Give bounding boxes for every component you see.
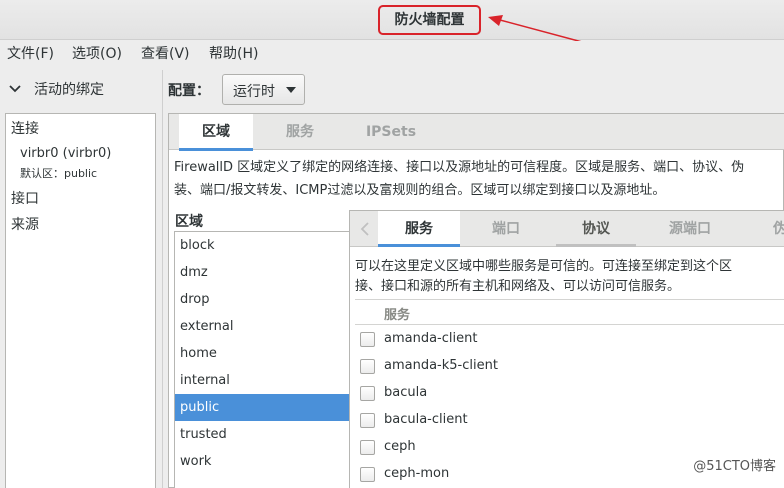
main-tab-bar: 区域 服务 IPSets — [169, 114, 784, 151]
table-row[interactable]: amanda-client — [355, 326, 784, 353]
service-checkbox[interactable] — [360, 359, 375, 374]
configuration-label: 配置： — [168, 83, 210, 99]
main-notebook: 区域 服务 IPSets FirewallD 区域定义了绑定的网络连接、接口以及… — [168, 113, 784, 488]
tab-ipsets[interactable]: IPSets — [351, 114, 431, 150]
window-title: 防火墙配置 — [378, 5, 481, 35]
service-name: ceph-mon — [384, 466, 450, 481]
tab-services[interactable]: 服务 — [263, 114, 337, 150]
chevron-left-icon[interactable] — [360, 222, 370, 236]
dropdown-arrow-icon — [286, 87, 296, 93]
service-name: bacula-client — [384, 412, 468, 427]
configuration-selected: 运行时 — [233, 84, 275, 100]
zone-settings-notebook: 服务 端口 协议 源端口 伪 可以在这里定义区域中哪些服务是可信的。可连接至绑定… — [349, 210, 784, 488]
source-label: 来源 — [11, 217, 39, 233]
menu-help[interactable]: 帮助(H) — [209, 44, 258, 64]
zone-list-label: 区域 — [175, 214, 203, 230]
zone-list[interactable]: block dmz drop external home internal pu… — [174, 231, 350, 488]
service-name: amanda-k5-client — [384, 358, 498, 373]
watermark: @51CTO博客 — [693, 459, 776, 474]
connection-zone: 默认区：public — [20, 167, 98, 180]
menu-view[interactable]: 查看(V) — [141, 44, 190, 64]
service-name: amanda-client — [384, 331, 478, 346]
tab-zones[interactable]: 区域 — [179, 114, 253, 151]
menu-options[interactable]: 选项(O) — [72, 44, 122, 64]
zone-item-drop[interactable]: drop — [175, 286, 349, 313]
zone-item-external[interactable]: external — [175, 313, 349, 340]
table-row[interactable]: bacula-client — [355, 407, 784, 434]
active-bindings-list: 连接 virbr0 (virbr0) 默认区：public 接口 来源 — [5, 113, 156, 488]
table-row[interactable]: bacula — [355, 380, 784, 407]
panel-separator[interactable] — [162, 70, 163, 488]
services-description-line2: 接、接口和源的所有主机和网络及、可以访问可信服务。 — [355, 279, 681, 294]
interface-label: 接口 — [11, 191, 39, 207]
service-checkbox[interactable] — [360, 332, 375, 347]
service-checkbox[interactable] — [360, 467, 375, 482]
tab-zone-source-ports[interactable]: 源端口 — [648, 211, 732, 247]
tab-zone-ports[interactable]: 端口 — [468, 211, 544, 247]
zone-item-dmz[interactable]: dmz — [175, 259, 349, 286]
connection-item[interactable]: virbr0 (virbr0) — [20, 146, 111, 161]
services-column-header: 服务 — [384, 308, 411, 323]
services-description-line1: 可以在这里定义区域中哪些服务是可信的。可连接至绑定到这个区 — [355, 259, 733, 274]
tab-zone-protocols[interactable]: 协议 — [556, 211, 636, 247]
tab-zone-services[interactable]: 服务 — [378, 211, 460, 247]
services-table-header[interactable]: 服务 — [355, 300, 784, 325]
zone-item-work[interactable]: work — [175, 448, 349, 475]
service-name: ceph — [384, 439, 416, 454]
active-bindings-title[interactable]: 活动的绑定 — [34, 79, 104, 99]
zone-description-line2: 装、端口/报文转发、ICMP过滤以及富规则的组合。区域可以绑定到接口以及源地址。 — [174, 183, 666, 198]
tab-zone-masquerade[interactable]: 伪 — [760, 211, 784, 247]
service-name: bacula — [384, 385, 428, 400]
service-checkbox[interactable] — [360, 413, 375, 428]
zone-item-public[interactable]: public — [175, 394, 349, 421]
configuration-dropdown[interactable]: 运行时 — [222, 74, 305, 105]
table-row[interactable]: amanda-k5-client — [355, 353, 784, 380]
service-checkbox[interactable] — [360, 440, 375, 455]
zone-item-block[interactable]: block — [175, 232, 349, 259]
zone-description-line1: FirewallD 区域定义了绑定的网络连接、接口以及源地址的可信程度。区域是服… — [174, 160, 745, 175]
service-checkbox[interactable] — [360, 386, 375, 401]
zone-item-home[interactable]: home — [175, 340, 349, 367]
zone-settings-tab-bar: 服务 端口 协议 源端口 伪 — [350, 211, 784, 247]
menu-bar: 文件(F) 选项(O) 查看(V) 帮助(H) — [0, 41, 784, 67]
connection-label: 连接 — [11, 121, 39, 137]
menu-file[interactable]: 文件(F) — [7, 44, 54, 64]
zone-item-trusted[interactable]: trusted — [175, 421, 349, 448]
chevron-down-icon[interactable] — [8, 82, 22, 96]
zone-item-internal[interactable]: internal — [175, 367, 349, 394]
